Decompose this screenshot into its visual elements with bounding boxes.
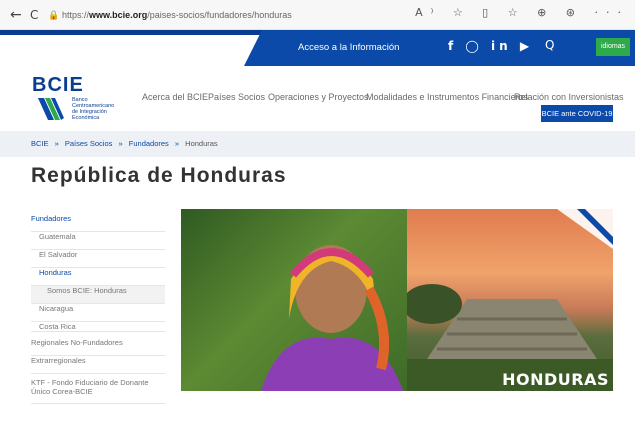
page-title: República de Honduras [31, 164, 287, 187]
portrait-illustration [261, 245, 403, 391]
menu-item-about[interactable]: Acerca del BCIE [142, 92, 208, 102]
language-button[interactable]: idiomas [596, 38, 630, 56]
breadcrumb: BCIE » Países Socios » Fundadores » Hond… [31, 139, 222, 148]
sidebar-item-ktf-fund[interactable]: KTF - Fondo Fiduciario de Donante Único … [31, 378, 165, 404]
browser-toolbar: ← C 🔒 https://www.bcie.org/paises-socios… [0, 0, 635, 30]
menu-item-member-countries[interactable]: Países Socios [208, 92, 265, 102]
breadcrumb-separator: » [54, 139, 59, 148]
breadcrumb-countries[interactable]: Países Socios [65, 139, 113, 148]
logo-stripes-icon [38, 98, 64, 120]
browser-action-icons[interactable]: A⁾ ☆ ▯ ☆ ⊕ ⊛ ··· [415, 6, 629, 19]
back-icon[interactable]: ← [10, 6, 22, 24]
sidebar-item-founders[interactable]: Fundadores [31, 214, 165, 232]
search-icon[interactable]: Q [545, 38, 554, 52]
sidebar-item-extraregional[interactable]: Extrarregionales [31, 356, 165, 374]
refresh-icon[interactable]: C [30, 6, 38, 24]
access-information-link[interactable]: Acceso a la Información [298, 42, 399, 53]
url-domain: www.bcie.org [89, 10, 148, 20]
accent-line [0, 30, 262, 35]
sidebar-item-somos-bcie-honduras[interactable]: Somos BCIE: Honduras [31, 286, 165, 304]
sidebar-item-guatemala[interactable]: Guatemala [31, 232, 165, 250]
honduras-label: HONDURAS [502, 370, 609, 389]
breadcrumb-home[interactable]: BCIE [31, 139, 49, 148]
copan-ruins-image: HONDURAS [402, 209, 613, 391]
covid-button[interactable]: BCIE ante COVID-19 [541, 105, 613, 122]
woman-portrait-image [181, 209, 407, 391]
hero-banner-image: HONDURAS [181, 209, 613, 391]
social-icons[interactable]: f ◯ in ▶ [448, 39, 533, 53]
sidebar-item-costa-rica[interactable]: Costa Rica [31, 322, 165, 332]
logo-line: Económica [72, 115, 100, 121]
logo-word: BCIE [32, 74, 84, 96]
sidebar-item-regional-non-founders[interactable]: Regionales No-Fundadores [31, 338, 165, 356]
url-path: /paises-socios/fundadores/honduras [147, 10, 292, 20]
ruins-illustration [402, 209, 613, 391]
breadcrumb-current: Honduras [185, 139, 218, 148]
top-strip: Acceso a la Información f ◯ in ▶ Q idiom… [0, 30, 635, 66]
url-prefix: https:// [62, 10, 90, 20]
breadcrumb-separator: » [118, 139, 123, 148]
menu-item-modalities[interactable]: Modalidades e Instrumentos Financieros [366, 92, 528, 102]
bcie-logo[interactable]: BCIE Banco Centroamericano de Integració… [32, 74, 142, 124]
breadcrumb-separator: » [174, 139, 180, 148]
sidebar-item-honduras[interactable]: Honduras [31, 268, 165, 286]
menu-item-operations[interactable]: Operaciones y Proyectos [268, 92, 369, 102]
breadcrumb-founders[interactable]: Fundadores [129, 139, 169, 148]
logo-subtitle: Banco Centroamericano de Integración Eco… [72, 97, 114, 121]
lock-icon: 🔒 [48, 10, 60, 20]
breadcrumb-bar: BCIE » Países Socios » Fundadores » Hond… [0, 131, 635, 157]
sidebar-item-nicaragua[interactable]: Nicaragua [31, 304, 165, 322]
sidebar-item-el-salvador[interactable]: El Salvador [31, 250, 165, 268]
menu-item-investors[interactable]: Relación con Inversionistas [514, 92, 624, 102]
